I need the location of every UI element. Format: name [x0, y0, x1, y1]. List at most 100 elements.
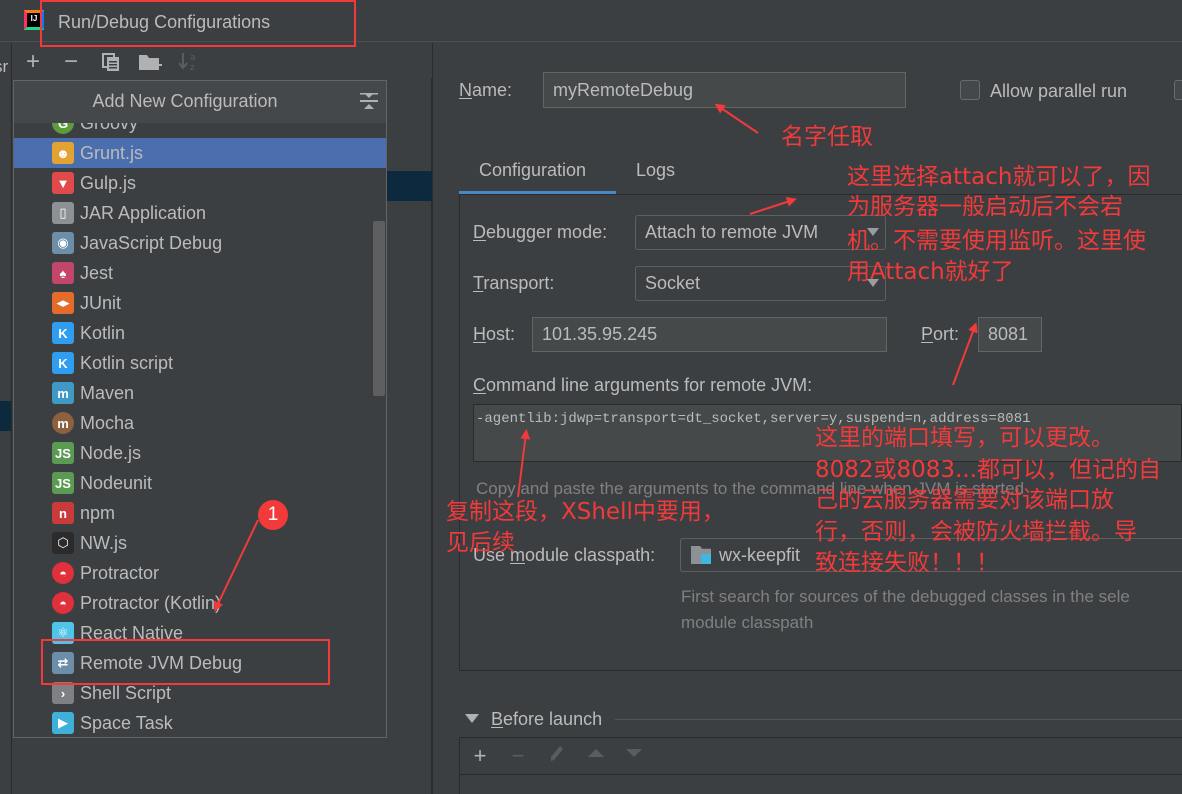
- tab-configuration[interactable]: Configuration: [479, 160, 586, 181]
- annotation-attach-note-2: 为服务器一般启动后不会宕: [847, 194, 1123, 220]
- annotation-title-highlight: [40, 0, 356, 47]
- annotation-port-note-4: 行，否则，会被防火墙拦截。导: [815, 519, 1137, 545]
- config-type-item[interactable]: ⬡ NW.js: [14, 528, 386, 558]
- module-label-part2: odule classpath:: [525, 545, 656, 565]
- jar-icon: ▯: [52, 202, 74, 224]
- before-launch-remove-button[interactable]: −: [507, 742, 529, 770]
- arrow-down-icon: [626, 749, 642, 757]
- port-label-rest: ort:: [933, 324, 960, 344]
- config-type-label: JAR Application: [80, 202, 207, 223]
- config-type-label: JUnit: [80, 292, 122, 313]
- port-input[interactable]: 8081: [978, 317, 1042, 352]
- config-type-label: Gulp.js: [80, 172, 137, 193]
- config-type-label: Protractor (Kotlin): [80, 592, 222, 613]
- background-selection: [0, 401, 11, 431]
- shell-script-icon: ›: [52, 682, 74, 704]
- copy-configuration-button[interactable]: [98, 48, 124, 76]
- space-task-icon: ▶: [52, 712, 74, 734]
- config-type-item[interactable]: ♠ Jest: [14, 258, 386, 288]
- remove-configuration-button[interactable]: −: [58, 48, 84, 76]
- tab-logs[interactable]: Logs: [636, 160, 675, 181]
- config-type-label: Mocha: [80, 412, 135, 433]
- list-scrollbar[interactable]: [373, 221, 385, 396]
- annotation-attach-note-3: 机。不需要使用监听。这里使: [847, 228, 1146, 254]
- before-launch-edit-button[interactable]: [546, 742, 568, 770]
- before-launch-move-down-button[interactable]: [623, 742, 645, 770]
- config-type-item[interactable]: K Kotlin: [14, 318, 386, 348]
- annotation-port-note-3: 己的云服务器需要对该端口放: [815, 487, 1114, 513]
- before-launch-separator: [615, 719, 1182, 720]
- annotation-port-note-2: 8082或8083...都可以，但记的自: [815, 457, 1161, 483]
- before-launch-add-button[interactable]: +: [469, 742, 491, 770]
- module-value: wx-keepfit: [719, 544, 801, 565]
- annotation-port-note-5: 致连接失败！！！: [815, 550, 999, 576]
- before-launch-label: Before launch: [491, 709, 602, 730]
- config-type-item[interactable]: ◓ Protractor: [14, 558, 386, 588]
- debugger-mode-value: Attach to remote JVM: [645, 222, 819, 242]
- annotation-copy-note-1: 复制这段，XShell中要用，: [446, 499, 725, 525]
- arrow-up-icon: [588, 749, 604, 757]
- store-as-project-file-checkbox[interactable]: [1174, 80, 1182, 100]
- config-type-label: NW.js: [80, 532, 127, 553]
- background-window-strip: sr: [0, 43, 12, 794]
- config-type-item[interactable]: ▯ JAR Application: [14, 198, 386, 228]
- add-configuration-button[interactable]: +: [20, 48, 46, 76]
- config-type-label: Maven: [80, 382, 135, 403]
- allow-parallel-run-label: Allow parallel run: [990, 81, 1128, 101]
- transport-label: Transport:: [473, 273, 554, 294]
- config-type-item[interactable]: ◉ JavaScript Debug: [14, 228, 386, 258]
- config-type-item[interactable]: ◓ Protractor (Kotlin): [14, 588, 386, 618]
- protractor-kotlin-icon: ◓: [52, 592, 74, 614]
- module-hint-line2: module classpath: [681, 613, 814, 632]
- nodejs-icon: JS: [52, 442, 74, 464]
- config-type-item[interactable]: K Kotlin script: [14, 348, 386, 378]
- copy-icon: [102, 53, 119, 71]
- config-type-label: Shell Script: [80, 682, 172, 703]
- annotation-name-note: 名字任取: [781, 124, 873, 150]
- mnemonic-p: P: [921, 324, 934, 344]
- javascript-debug-icon: ◉: [52, 232, 74, 254]
- mnemonic-c: C: [473, 375, 486, 395]
- config-type-label: Protractor: [80, 562, 160, 583]
- config-type-item[interactable]: m Mocha: [14, 408, 386, 438]
- svg-text:z: z: [190, 63, 195, 73]
- mnemonic-d: D: [473, 222, 486, 242]
- host-value: 101.35.95.245: [542, 324, 658, 344]
- host-input[interactable]: 101.35.95.245: [532, 317, 887, 352]
- grunt-icon: ☻: [52, 142, 74, 164]
- host-label: Host:: [473, 324, 515, 345]
- plus-icon: +: [25, 48, 40, 75]
- config-type-item[interactable]: ▶ Space Task: [14, 708, 386, 737]
- config-toolbar: + − az: [12, 46, 432, 78]
- config-type-item[interactable]: JS Node.js: [14, 438, 386, 468]
- folder-add-icon: [139, 55, 162, 70]
- new-folder-button[interactable]: [137, 48, 163, 76]
- config-type-label: npm: [80, 502, 116, 523]
- config-type-label: Space Task: [80, 712, 173, 733]
- tree-selection-highlight: [387, 171, 432, 201]
- module-hint-line1: First search for sources of the debugged…: [681, 587, 1130, 606]
- sort-button[interactable]: az: [175, 48, 201, 76]
- host-label-rest: ost:: [486, 324, 516, 344]
- background-text-fragment: sr: [0, 57, 9, 76]
- config-type-item[interactable]: ◂▸ JUnit: [14, 288, 386, 318]
- before-launch-move-up-button[interactable]: [585, 742, 607, 770]
- nwjs-icon: ⬡: [52, 532, 74, 554]
- config-type-label: Grunt.js: [80, 142, 144, 163]
- junit-icon: ◂▸: [52, 292, 74, 314]
- config-type-item[interactable]: ☻ Grunt.js: [14, 138, 386, 168]
- config-type-item[interactable]: JS Nodeunit: [14, 468, 386, 498]
- protractor-icon: ◓: [52, 562, 74, 584]
- config-type-item[interactable]: m Maven: [14, 378, 386, 408]
- name-input[interactable]: myRemoteDebug: [543, 72, 906, 108]
- debugger-mode-label-rest: ebugger mode:: [486, 222, 608, 242]
- kotlin-icon: K: [52, 322, 74, 344]
- config-type-item[interactable]: ▼ Gulp.js: [14, 168, 386, 198]
- allow-parallel-run-checkbox[interactable]: [960, 80, 980, 100]
- gulp-icon: ▼: [52, 172, 74, 194]
- collapse-all-icon[interactable]: [360, 91, 378, 111]
- name-label-rest: ame:: [472, 80, 513, 100]
- before-launch-expand-icon[interactable]: [465, 714, 479, 723]
- config-type-item[interactable]: n npm: [14, 498, 386, 528]
- config-type-label: Jest: [80, 262, 114, 283]
